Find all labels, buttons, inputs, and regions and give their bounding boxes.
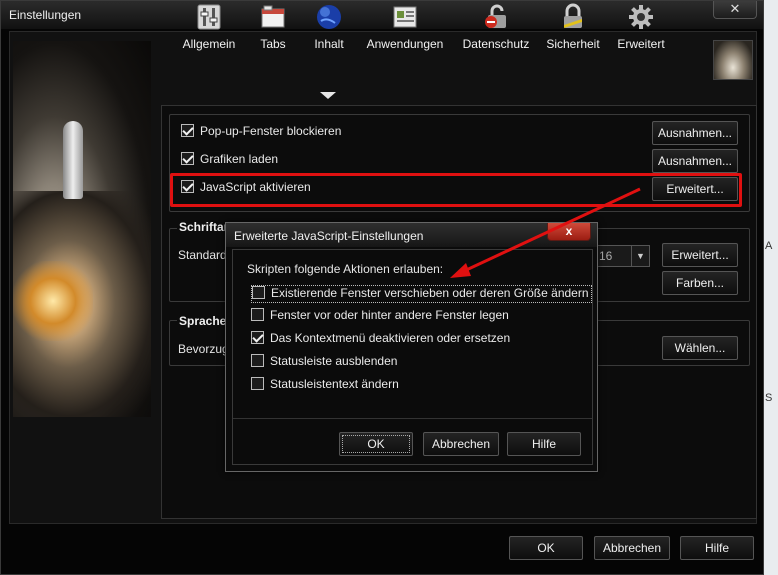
advanced-javascript-dialog: Erweiterte JavaScript-Einstellungen x Sk… bbox=[225, 222, 598, 472]
advanced-gear-icon bbox=[629, 5, 653, 29]
chevron-down-icon: ▼ bbox=[631, 246, 649, 266]
tab-allgemein[interactable]: Allgemein bbox=[179, 1, 239, 57]
popup-exceptions-button[interactable]: Ausnahmen... bbox=[652, 121, 738, 145]
checkbox-box[interactable] bbox=[251, 331, 264, 344]
help-button[interactable]: Hilfe bbox=[680, 536, 754, 560]
dialog-title: Erweiterte JavaScript-Einstellungen bbox=[234, 229, 424, 243]
tab-label: Inhalt bbox=[314, 37, 344, 51]
tab-inhalt[interactable]: Inhalt bbox=[309, 1, 349, 57]
dialog-cancel-button[interactable]: Abbrechen bbox=[423, 432, 499, 456]
tab-label: Datenschutz bbox=[462, 37, 530, 51]
checkbox-load-images[interactable]: Grafiken laden bbox=[181, 152, 278, 170]
general-switches-icon bbox=[197, 4, 221, 30]
javascript-highlight-box bbox=[170, 173, 742, 207]
content-globe-icon bbox=[317, 5, 341, 29]
checkbox-box[interactable] bbox=[181, 124, 194, 137]
tab-erweitert[interactable]: Erweitert bbox=[615, 1, 667, 57]
option-change-status-text[interactable]: Statusleistentext ändern bbox=[251, 377, 399, 395]
active-tab-pointer bbox=[320, 92, 336, 99]
fonts-group-label: Schriftar bbox=[177, 220, 231, 234]
tab-anwendungen[interactable]: Anwendungen bbox=[365, 1, 445, 57]
option-move-resize-windows[interactable]: Existierende Fenster verschieben oder de… bbox=[251, 285, 592, 303]
shuttle-shape bbox=[63, 121, 83, 199]
tab-tabs[interactable]: Tabs bbox=[255, 1, 291, 57]
checkbox-label: Pop-up-Fenster blockieren bbox=[200, 124, 342, 138]
languages-group-label: Sprache bbox=[177, 314, 229, 328]
font-size-value: 16 bbox=[599, 249, 613, 263]
checkbox-box[interactable] bbox=[251, 377, 264, 390]
checkbox-label: Statusleiste ausblenden bbox=[270, 354, 398, 368]
dialog-titlebar[interactable]: Erweiterte JavaScript-Einstellungen x bbox=[226, 223, 597, 247]
security-lock-icon bbox=[564, 3, 582, 28]
tab-datenschutz[interactable]: Datenschutz bbox=[461, 1, 531, 57]
tab-label: Allgemein bbox=[182, 37, 236, 51]
privacy-icon bbox=[485, 4, 506, 28]
dialog-help-button[interactable]: Hilfe bbox=[507, 432, 581, 456]
checkbox-label: Statusleistentext ändern bbox=[270, 377, 399, 391]
option-disable-context-menu[interactable]: Das Kontextmenü deaktivieren oder ersetz… bbox=[251, 331, 510, 349]
window-title: Einstellungen bbox=[9, 8, 82, 22]
choose-language-button[interactable]: Wählen... bbox=[662, 336, 738, 360]
shuttle-launch-image bbox=[13, 41, 151, 417]
engine-glow bbox=[13, 261, 93, 341]
checkbox-label: Das Kontextmenü deaktivieren oder ersetz… bbox=[270, 331, 511, 345]
dialog-ok-button[interactable]: OK bbox=[339, 432, 413, 456]
tab-sicherheit[interactable]: Sicherheit bbox=[545, 1, 601, 57]
checkbox-label: Grafiken laden bbox=[200, 152, 279, 166]
cancel-button[interactable]: Abbrechen bbox=[594, 536, 670, 560]
checkbox-box[interactable] bbox=[251, 308, 264, 321]
ok-button[interactable]: OK bbox=[509, 536, 583, 560]
dialog-body: Skripten folgende Aktionen erlauben: Exi… bbox=[232, 249, 593, 465]
tab-label: Sicherheit bbox=[546, 37, 600, 51]
tabs-icon bbox=[261, 5, 285, 28]
checkbox-popup-block[interactable]: Pop-up-Fenster blockieren bbox=[181, 124, 341, 142]
preferred-language-label: Bevorzug bbox=[178, 342, 229, 356]
desktop-background-strip: A S bbox=[763, 0, 778, 575]
dialog-separator bbox=[233, 418, 592, 419]
images-exceptions-button[interactable]: Ausnahmen... bbox=[652, 149, 738, 173]
fonts-advanced-button[interactable]: Erweitert... bbox=[662, 243, 738, 267]
checkbox-box[interactable] bbox=[181, 152, 194, 165]
window-close-button[interactable]: ✕ bbox=[713, 1, 757, 19]
desktop-edge-char: A bbox=[765, 240, 773, 252]
checkbox-box[interactable] bbox=[251, 354, 264, 367]
option-hide-statusbar[interactable]: Statusleiste ausblenden bbox=[251, 354, 397, 372]
font-size-dropdown[interactable]: 16 ▼ bbox=[594, 245, 650, 267]
checkbox-label: Fenster vor oder hinter andere Fenster l… bbox=[270, 308, 509, 322]
tab-label: Tabs bbox=[260, 37, 286, 51]
checkbox-label: Existierende Fenster verschieben oder de… bbox=[271, 286, 589, 300]
applications-icon bbox=[393, 6, 417, 28]
dialog-prompt: Skripten folgende Aktionen erlauben: bbox=[247, 262, 444, 276]
option-raise-lower-windows[interactable]: Fenster vor oder hinter andere Fenster l… bbox=[251, 308, 509, 326]
default-font-label: Standard bbox=[178, 248, 227, 262]
desktop-edge-char: S bbox=[765, 392, 773, 404]
checkbox-box[interactable] bbox=[252, 286, 265, 299]
theme-thumbnail bbox=[713, 40, 753, 80]
dialog-close-button[interactable]: x bbox=[547, 223, 591, 241]
tab-label: Erweitert bbox=[617, 37, 665, 51]
colors-button[interactable]: Farben... bbox=[662, 271, 738, 295]
tab-label: Anwendungen bbox=[366, 37, 444, 51]
